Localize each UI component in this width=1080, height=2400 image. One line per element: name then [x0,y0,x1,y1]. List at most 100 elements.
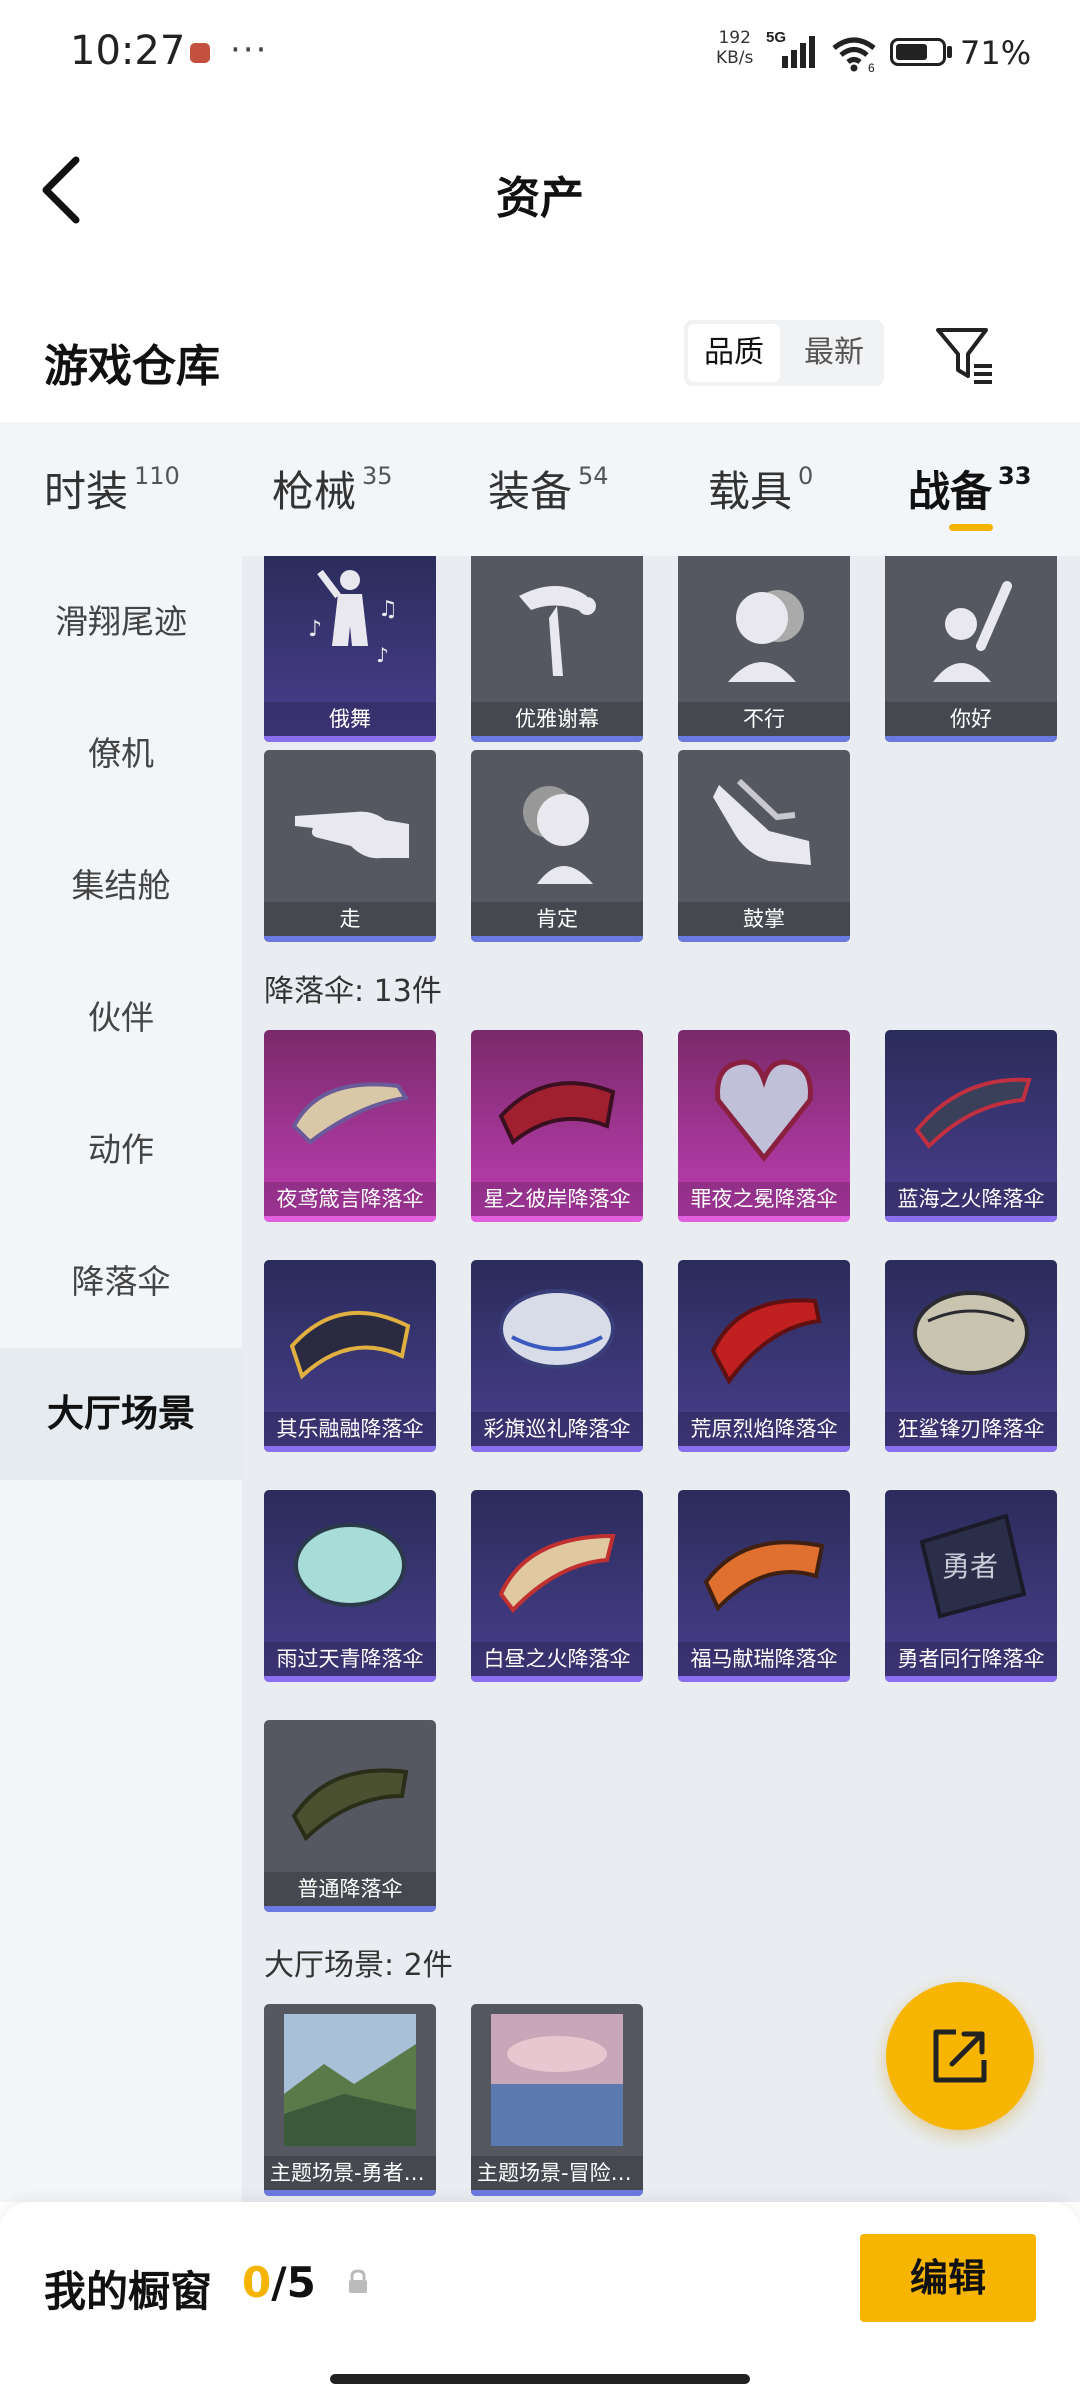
item-label: 不行 [678,702,850,736]
sort-quality-option[interactable]: 品质 [688,324,780,382]
wifi-icon: 6 [832,37,876,74]
parachute-image [715,1059,813,1163]
item-label: 彩旗巡礼降落伞 [471,1412,643,1446]
parachute-section-title: 降落伞: 13件 [264,974,442,1009]
lobby-scene-card[interactable]: 主题场景-冒险之旅 [471,2004,643,2196]
item-label: 雨过天青降落伞 [264,1642,436,1676]
item-label: 狂鲨锋刃降落伞 [885,1412,1057,1446]
network-speed: 192 KB/s [716,28,754,68]
wave-figure-icon [933,581,1012,682]
parachute-card[interactable]: 狂鲨锋刃降落伞 [885,1260,1057,1452]
item-label: 俄舞 [264,702,436,736]
parachute-card[interactable]: 蓝海之火降落伞 [885,1030,1057,1222]
parachute-card[interactable]: 星之彼岸降落伞 [471,1030,643,1222]
parachute-image [914,1077,1032,1150]
item-label: 走 [264,902,436,936]
tab-equipment[interactable]: 装备 54 [488,458,609,519]
parachute-image [289,1310,411,1380]
item-label: 肯定 [471,902,643,936]
sidebar-item-companion[interactable]: 伙伴 [0,952,242,1084]
item-label: 夜鸢箴言降落伞 [264,1182,436,1216]
emote-card[interactable]: 肯定 [471,750,643,942]
svg-text:5G: 5G [766,29,786,46]
warehouse-header: 游戏仓库 品质 最新 [0,300,1080,420]
item-label: 勇者同行降落伞 [885,1642,1057,1676]
showcase-title: 我的橱窗 [44,2267,213,2316]
emote-card[interactable]: 你好 [885,556,1057,742]
parachute-image: 勇者 [919,1513,1027,1619]
lock-icon [349,2269,367,2293]
item-label: 白昼之火降落伞 [471,1642,643,1676]
sort-toggle: 品质 最新 [684,320,884,386]
item-label: 普通降落伞 [264,1872,436,1906]
page-title: 资产 [496,173,584,224]
item-label: 蓝海之火降落伞 [885,1182,1057,1216]
battery-tip [947,46,952,58]
item-label: 荒原烈焰降落伞 [678,1412,850,1446]
sidebar-item-lobby-scene[interactable]: 大厅场景 [0,1348,242,1480]
emote-card[interactable]: 优雅谢幕 [471,556,643,742]
svg-text:6: 6 [868,61,875,74]
svg-text:♪: ♪ [376,643,389,667]
tab-guns[interactable]: 枪械 35 [272,458,393,519]
sidebar-item-emotes[interactable]: 动作 [0,1084,242,1216]
parachute-card[interactable]: 白昼之火降落伞 [471,1490,643,1682]
parachute-card[interactable]: 福马献瑞降落伞 [678,1490,850,1682]
nod-head-icon [523,786,593,884]
tab-vehicles[interactable]: 载具 0 [708,458,813,519]
parachute-card[interactable]: 普通降落伞 [264,1720,436,1912]
item-label: 你好 [885,702,1057,736]
parachute-image [913,1291,1029,1375]
item-label: 福马献瑞降落伞 [678,1642,850,1676]
parachute-image [291,1082,410,1145]
parachute-card[interactable]: 彩旗巡礼降落伞 [471,1260,643,1452]
sort-newest-option[interactable]: 最新 [788,324,880,382]
battery-icon [890,38,946,66]
parachute-card[interactable]: 荒原烈焰降落伞 [678,1260,850,1452]
item-label: 罪夜之冕降落伞 [678,1182,850,1216]
emote-card[interactable]: 走 [264,750,436,942]
sidebar: 滑翔尾迹 僚机 集结舱 伙伴 动作 降落伞 大厅场景 [0,556,242,2202]
dance-figure-icon: ♪ ♫ ♪ [308,569,398,667]
shake-head-icon [728,590,804,682]
sidebar-item-wingman[interactable]: 僚机 [0,688,242,820]
parachute-card[interactable]: 勇者 勇者同行降落伞 [885,1490,1057,1682]
battery-percent: 71% [960,34,1032,72]
parachute-card[interactable]: 雨过天青降落伞 [264,1490,436,1682]
tab-fashion[interactable]: 时装 110 [44,458,180,519]
showcase-count: 0/5 [242,2258,316,2307]
showcase-bar: 我的橱窗 0/5 编辑 [0,2202,1080,2400]
edit-button[interactable]: 编辑 [860,2234,1036,2322]
parachute-card[interactable]: 夜鸢箴言降落伞 [264,1030,436,1222]
status-bar: 10:27 ··· 192 KB/s 5G 6 71% [0,0,1080,110]
svg-text:♪: ♪ [308,617,322,642]
clap-hands-icon [713,778,811,865]
item-label: 主题场景-勇者之境 [264,2156,436,2190]
emote-card[interactable]: ♪ ♫ ♪ 俄舞 [264,556,436,742]
parachute-card[interactable]: 罪夜之冕降落伞 [678,1030,850,1222]
app-header: 资产 [0,110,1080,270]
lobby-scene-card[interactable]: 主题场景-勇者之境 [264,2004,436,2196]
active-tab-indicator [949,524,993,531]
point-hand-icon [295,811,409,859]
filter-icon[interactable] [930,320,1000,390]
tab-battle-prep[interactable]: 战备 33 [908,458,1031,519]
item-label: 其乐融融降落伞 [264,1412,436,1446]
status-time: 10:27 [70,28,186,74]
cellular-signal-icon: 5G [766,29,815,68]
parachute-card[interactable]: 其乐融融降落伞 [264,1260,436,1452]
sidebar-item-pod[interactable]: 集结舱 [0,820,242,952]
share-fab-button[interactable] [886,1982,1034,2130]
svg-text:勇者: 勇者 [942,1550,998,1583]
sidebar-item-parachute[interactable]: 降落伞 [0,1216,242,1348]
item-label: 星之彼岸降落伞 [471,1182,643,1216]
scene-thumbnail [284,2014,416,2146]
item-label: 主题场景-冒险之旅 [471,2156,643,2190]
item-label: 优雅谢幕 [471,702,643,736]
parachute-image [294,1523,406,1607]
parachute-image [498,1533,616,1614]
emote-card[interactable]: 不行 [678,556,850,742]
sidebar-item-glide-trail[interactable]: 滑翔尾迹 [0,556,242,688]
more-notifications-icon: ··· [230,30,269,70]
emote-card[interactable]: 鼓掌 [678,750,850,942]
